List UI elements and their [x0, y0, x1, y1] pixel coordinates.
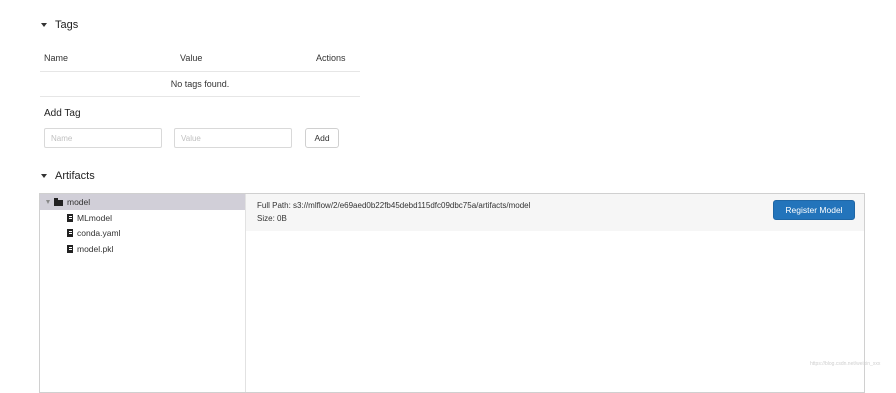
- add-tag-label: Add Tag: [44, 108, 81, 119]
- tree-toggle-icon[interactable]: [46, 200, 50, 204]
- tree-item-label: model: [67, 197, 91, 207]
- tree-item-label: model.pkl: [77, 244, 114, 254]
- artifact-browser: model MLmodel conda.yaml model.pkl Full …: [39, 193, 865, 393]
- tree-item-file[interactable]: MLmodel: [67, 211, 112, 225]
- full-path-line: Full Path: s3://mlflow/2/e69aed0b22fb45d…: [257, 201, 530, 210]
- tree-item-file[interactable]: conda.yaml: [67, 226, 120, 240]
- column-header-actions: Actions: [312, 44, 360, 72]
- folder-icon: [54, 197, 63, 206]
- empty-tags-message: No tags found.: [40, 71, 360, 97]
- add-tag-button[interactable]: Add: [305, 128, 339, 148]
- file-icon: [67, 245, 73, 253]
- tree-item-label: MLmodel: [77, 213, 112, 223]
- table-row: No tags found.: [40, 71, 360, 97]
- tree-item-model-folder[interactable]: model: [40, 194, 245, 210]
- file-icon: [67, 229, 73, 237]
- size-label: Size:: [257, 214, 275, 223]
- tree-item-file[interactable]: model.pkl: [67, 242, 113, 256]
- artifact-detail-header: Full Path: s3://mlflow/2/e69aed0b22fb45d…: [246, 194, 864, 231]
- artifacts-section-title: Artifacts: [55, 170, 95, 182]
- tags-section-toggle[interactable]: Tags: [41, 19, 78, 31]
- tag-value-input[interactable]: [174, 128, 292, 148]
- tag-name-input[interactable]: [44, 128, 162, 148]
- full-path-value: s3://mlflow/2/e69aed0b22fb45debd115dfc09…: [293, 201, 531, 210]
- artifact-tree: model MLmodel conda.yaml model.pkl: [40, 194, 246, 392]
- watermark: https://blog.csdn.net/weixin_xxx: [810, 361, 881, 367]
- size-line: Size: 0B: [257, 214, 287, 223]
- size-value: 0B: [277, 214, 287, 223]
- tags-section-title: Tags: [55, 19, 79, 31]
- tree-item-label: conda.yaml: [77, 228, 121, 238]
- full-path-label: Full Path:: [257, 201, 291, 210]
- column-header-name: Name: [40, 44, 176, 72]
- file-icon: [67, 214, 73, 222]
- caret-down-icon: [41, 174, 47, 178]
- artifacts-section-toggle[interactable]: Artifacts: [41, 170, 95, 182]
- column-header-value: Value: [176, 44, 312, 72]
- tags-table: Name Value Actions No tags found.: [40, 44, 360, 97]
- caret-down-icon: [41, 23, 47, 27]
- register-model-button[interactable]: Register Model: [773, 200, 855, 220]
